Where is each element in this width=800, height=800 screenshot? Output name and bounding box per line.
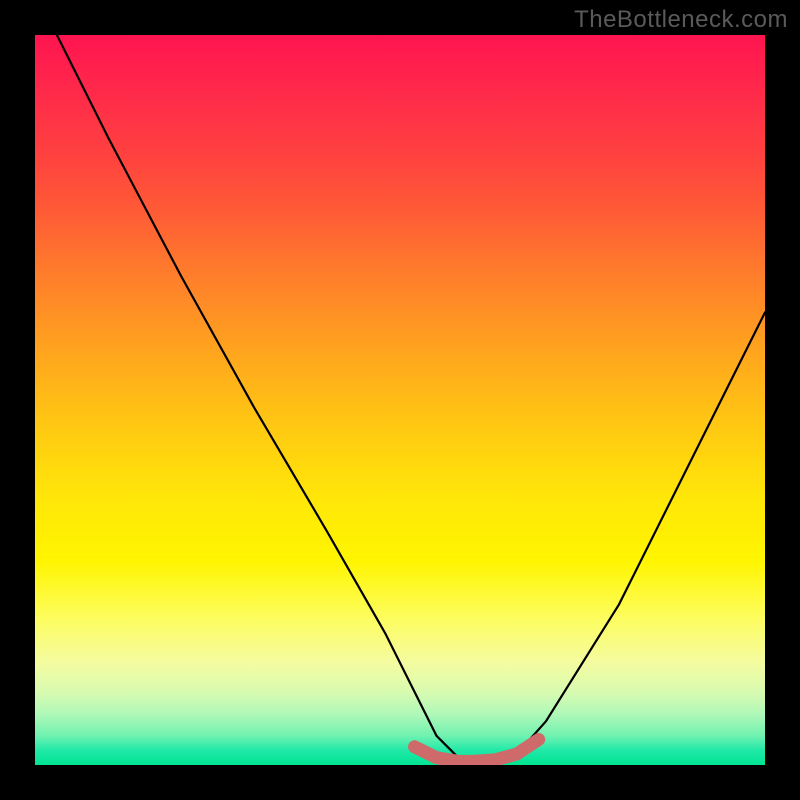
main-curve xyxy=(57,35,765,761)
chart-frame: TheBottleneck.com xyxy=(0,0,800,800)
bottom-band xyxy=(415,740,539,762)
watermark-text: TheBottleneck.com xyxy=(574,6,788,34)
plot-area xyxy=(35,35,765,765)
curve-layer xyxy=(35,35,765,765)
